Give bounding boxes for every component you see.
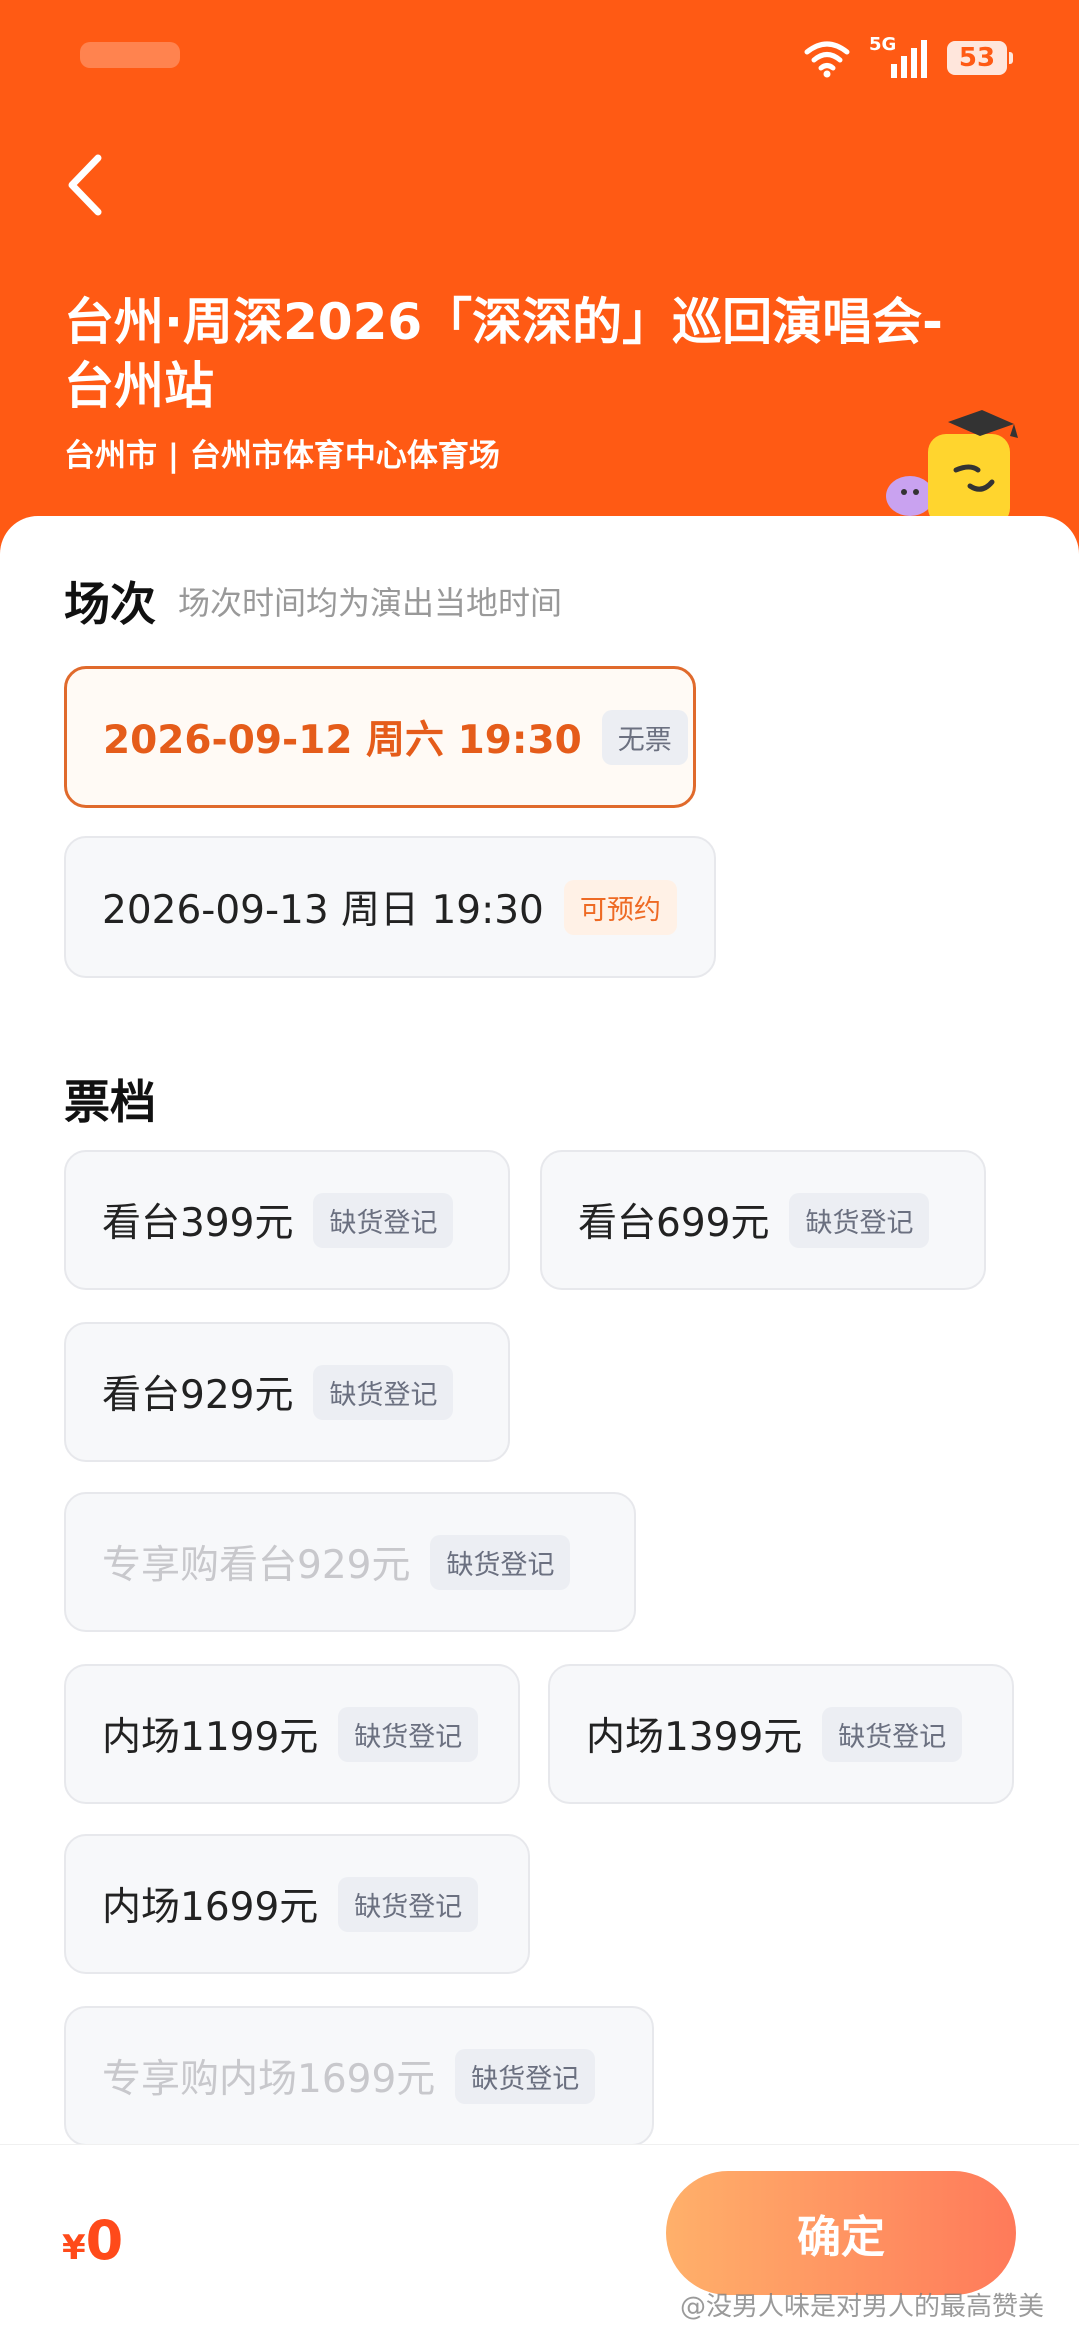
ticket-option[interactable]: 专享购看台929元 缺货登记 — [64, 1492, 636, 1632]
waitlist-tag: 缺货登记 — [430, 1534, 571, 1590]
price-amount: 0 — [85, 2209, 124, 2272]
ticket-label: 专享购内场1699元 — [102, 2057, 436, 2102]
waitlist-tag: 缺货登记 — [455, 2048, 596, 2104]
ticket-label: 内场1399元 — [586, 1715, 803, 1760]
ticket-label: 内场1699元 — [102, 1885, 319, 1930]
signal-icon: 5G — [869, 34, 929, 80]
status-tag: 无票 — [601, 709, 688, 765]
session-label: 2026-09-13 周日 19:30 — [102, 888, 544, 933]
ticket-label: 看台929元 — [102, 1373, 294, 1418]
selection-sheet: 场次 场次时间均为演出当地时间 2026-09-12 周六 19:30 无票 2… — [0, 516, 1079, 2328]
confirm-button[interactable]: 确定 — [666, 2171, 1016, 2295]
ticket-label: 看台699元 — [578, 1201, 770, 1246]
session-label: 2026-09-12 周六 19:30 — [103, 718, 582, 763]
header-banner: 5G 53 台州·周深2026「深深的」巡回演唱会-台州站 台州市 | 台州市体… — [0, 0, 1079, 560]
waitlist-tag: 缺货登记 — [822, 1706, 963, 1762]
wifi-icon — [803, 38, 851, 78]
network-label: 5G — [869, 34, 897, 55]
session-section-title: 场次 — [64, 577, 156, 631]
ticket-label: 看台399元 — [102, 1201, 294, 1246]
ticket-option[interactable]: 看台399元 缺货登记 — [64, 1150, 510, 1290]
waitlist-tag: 缺货登记 — [313, 1192, 454, 1248]
watermark-text: @没男人味是对男人的最高赞美 — [680, 2292, 1045, 2322]
ticket-label: 专享购看台929元 — [102, 1543, 411, 1588]
ticket-option[interactable]: 看台929元 缺货登记 — [64, 1322, 510, 1462]
ticket-option[interactable]: 内场1399元 缺货登记 — [548, 1664, 1014, 1804]
waitlist-tag: 缺货登记 — [338, 1876, 479, 1932]
page-title: 台州·周深2026「深深的」巡回演唱会-台州站 — [64, 293, 943, 415]
currency-symbol: ¥ — [62, 2228, 86, 2268]
session-option-2[interactable]: 2026-09-13 周日 19:30 可预约 — [64, 836, 716, 978]
waitlist-tag: 缺货登记 — [789, 1192, 930, 1248]
ticket-option[interactable]: 内场1199元 缺货登记 — [64, 1664, 520, 1804]
venue-text: 台州市 | 台州市体育中心体育场 — [64, 438, 500, 474]
chevron-left-icon — [68, 154, 102, 216]
ticket-section-title: 票档 — [64, 1075, 156, 1129]
mascot-icon — [886, 410, 1018, 526]
status-bar: 5G 53 — [803, 34, 1013, 80]
ticket-option[interactable]: 看台699元 缺货登记 — [540, 1150, 986, 1290]
status-time-blurred — [80, 42, 180, 68]
waitlist-tag: 缺货登记 — [338, 1706, 479, 1762]
ticket-option[interactable]: 专享购内场1699元 缺货登记 — [64, 2006, 654, 2146]
session-option-1[interactable]: 2026-09-12 周六 19:30 无票 — [64, 666, 696, 808]
session-section-subtitle: 场次时间均为演出当地时间 — [178, 584, 563, 622]
ticket-option[interactable]: 内场1699元 缺货登记 — [64, 1834, 530, 1974]
total-price: ¥0 — [62, 2209, 123, 2272]
ticket-label: 内场1199元 — [102, 1715, 319, 1760]
battery-indicator: 53 — [947, 41, 1013, 75]
status-tag: 可预约 — [563, 879, 677, 935]
back-button[interactable] — [60, 150, 120, 220]
waitlist-tag: 缺货登记 — [313, 1364, 454, 1420]
